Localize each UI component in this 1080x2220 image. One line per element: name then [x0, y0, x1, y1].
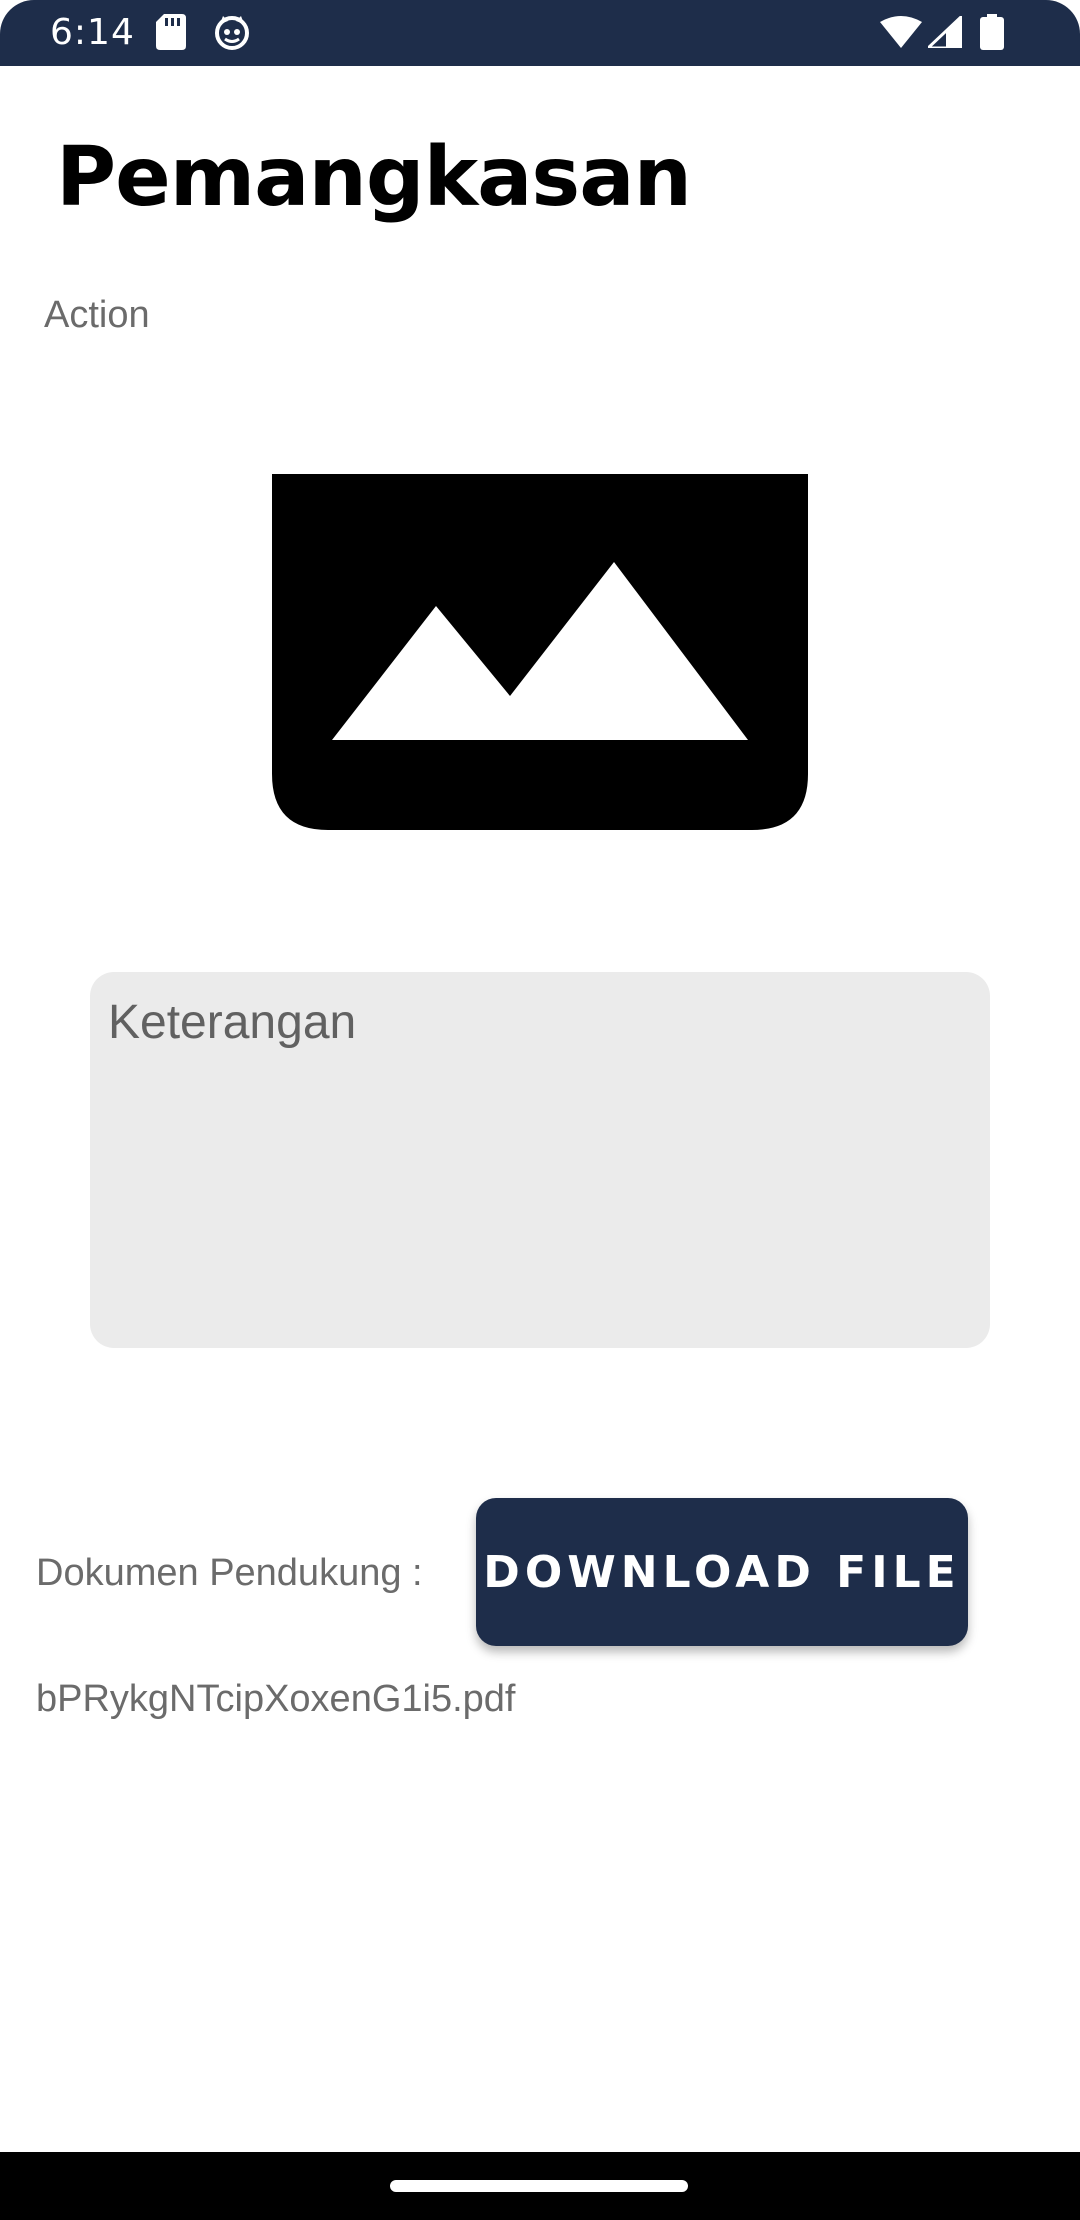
file-name: bPRykgNTcipXoxenG1i5.pdf: [36, 1678, 516, 1720]
cat-face-icon: [214, 14, 250, 55]
notes-placeholder: Keterangan: [108, 996, 357, 1049]
battery-icon: [980, 14, 1004, 55]
sd-card-icon: [156, 14, 186, 55]
page-title: Pemangkasan: [56, 130, 692, 225]
document-label: Dokumen Pendukung :: [36, 1552, 423, 1594]
status-bar: 6:14: [0, 0, 1080, 66]
wifi-icon: [880, 16, 922, 53]
status-time: 6:14: [50, 12, 135, 53]
download-file-button[interactable]: DOWNLOAD FILE: [476, 1498, 968, 1646]
image-placeholder-icon[interactable]: [272, 474, 808, 830]
notes-input[interactable]: Keterangan: [90, 972, 990, 1348]
app-screen: 6:14 Pemangkasan Action Keterangan Dokum…: [0, 0, 1080, 2220]
action-label: Action: [44, 294, 150, 336]
home-indicator[interactable]: [390, 2180, 688, 2192]
signal-icon: [924, 12, 964, 53]
